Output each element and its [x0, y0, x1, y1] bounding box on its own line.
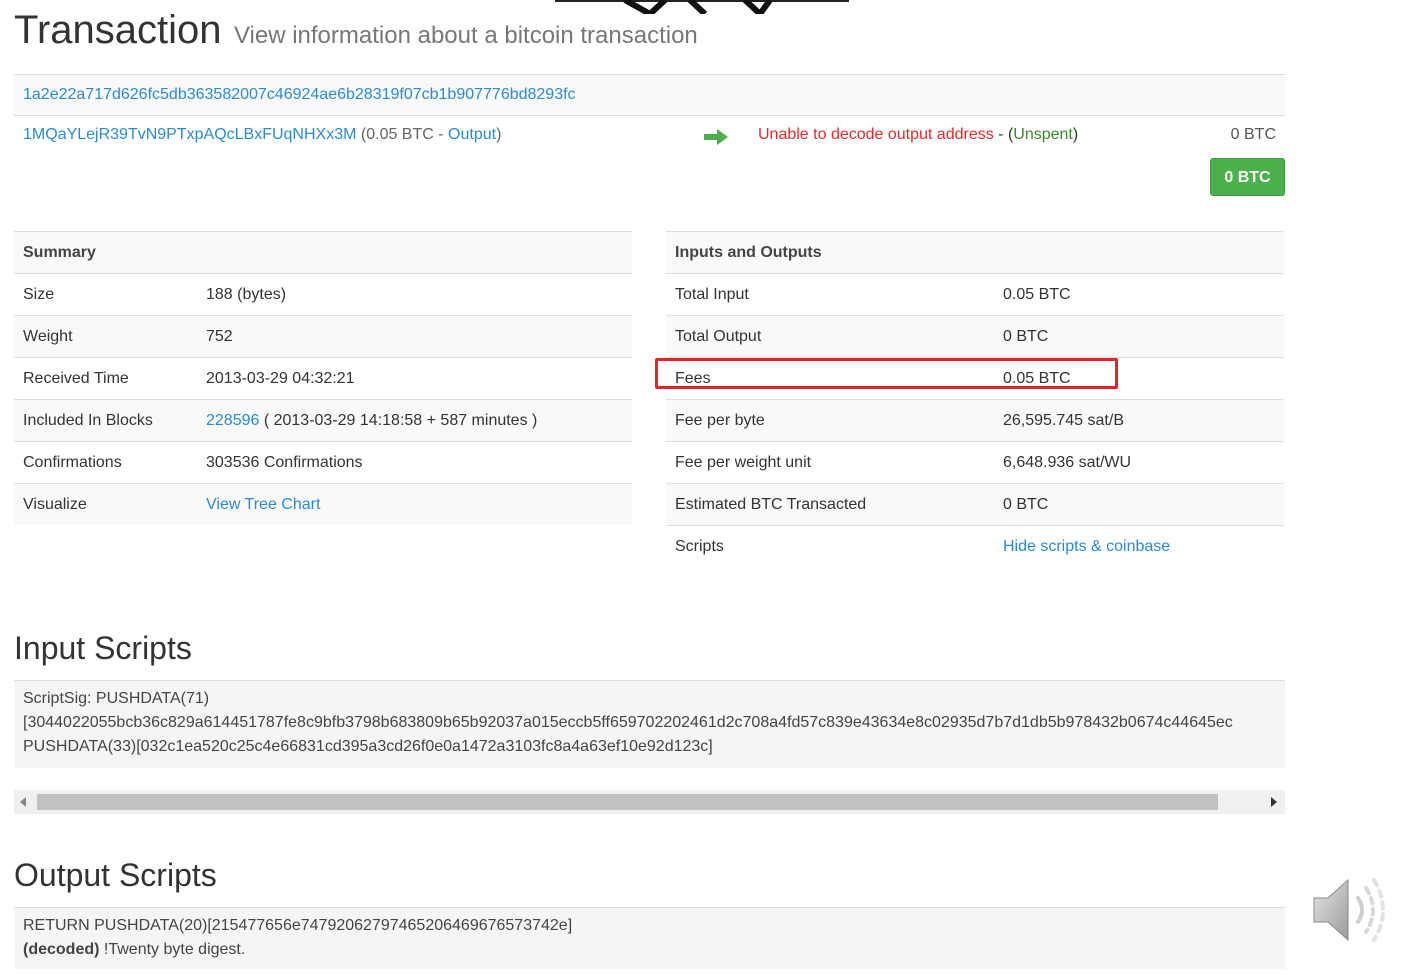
script-line: RETURN PUSHDATA(20)[215477656e7479206279… — [23, 917, 573, 934]
input-scripts-heading: Input Scripts — [14, 630, 192, 666]
io-value: 0 BTC — [994, 315, 1284, 358]
output-scripts-heading: Output Scripts — [14, 857, 217, 893]
tx-input: 1MQaYLejR39TvN9PTxpAQcLBxFUqNHXx3M (0.05… — [23, 126, 501, 144]
script-line: PUSHDATA(33)[032c1ea520c25c4e66831cd395a… — [23, 738, 713, 755]
io-value: 26,595.745 sat/B — [994, 399, 1284, 442]
decoded-line: (decoded) !Twenty byte digest. — [23, 938, 1285, 962]
input-amount: (0.05 BTC - — [360, 126, 449, 143]
decoded-text: !Twenty byte digest. — [99, 941, 246, 958]
io-label: Fee per weight unit — [666, 441, 994, 484]
summary-table: Summary Size 188 (bytes) Weight 752 Rece… — [14, 231, 632, 525]
summary-value: 303536 Confirmations — [197, 441, 632, 484]
io-label: Estimated BTC Transacted — [666, 483, 994, 526]
summary-label: Received Time — [14, 357, 197, 400]
page-title: Transaction — [14, 8, 222, 52]
output-status: Unspent — [1013, 126, 1073, 143]
io-label: Total Output — [666, 315, 994, 358]
input-output-link[interactable]: Output — [448, 126, 496, 143]
input-address-link[interactable]: 1MQaYLejR39TvN9PTxpAQcLBxFUqNHXx3M — [23, 126, 356, 143]
decoded-label: (decoded) — [23, 941, 100, 958]
summary-value: 2013-03-29 04:32:21 — [197, 357, 632, 400]
io-label: Scripts — [666, 525, 994, 567]
scrollbar-thumb[interactable] — [37, 794, 1218, 810]
summary-value: 188 (bytes) — [197, 273, 632, 316]
arrow-right-icon — [704, 129, 728, 145]
summary-value: 228596 ( 2013-03-29 14:18:58 + 587 minut… — [197, 399, 632, 442]
tx-output: Unable to decode output address - (Unspe… — [758, 126, 1078, 144]
summary-heading: Summary — [14, 231, 632, 274]
output-sep: - ( — [993, 126, 1014, 143]
io-label: Total Input — [666, 273, 994, 316]
tx-io-row: 1MQaYLejR39TvN9PTxpAQcLBxFUqNHXx3M (0.05… — [14, 116, 1285, 206]
page-subtitle: View information about a bitcoin transac… — [233, 22, 698, 49]
transaction-panel: 1a2e22a717d626fc5db363582007c46924ae6b28… — [14, 74, 1285, 206]
summary-label: Confirmations — [14, 441, 197, 484]
scroll-left-arrow-icon[interactable] — [20, 797, 26, 807]
summary-label: Visualize — [14, 483, 197, 525]
view-tree-chart-link[interactable]: View Tree Chart — [206, 496, 320, 513]
io-heading: Inputs and Outputs — [666, 231, 1284, 274]
inputs-outputs-table: Inputs and Outputs Total Input 0.05 BTC … — [666, 231, 1284, 567]
script-line: [3044022055bcb36c829a614451787fe8c9bfb37… — [23, 714, 1233, 731]
page-header: Transaction View information about a bit… — [14, 8, 698, 53]
io-value: 0 BTC — [994, 483, 1284, 526]
input-scripts-box: ScriptSig: PUSHDATA(71) [3044022055bcb36… — [14, 680, 1285, 768]
hide-scripts-link[interactable]: Hide scripts & coinbase — [1003, 538, 1170, 555]
io-value: 0.05 BTC — [994, 273, 1284, 316]
fees-highlight-box — [655, 358, 1118, 389]
io-label: Fee per byte — [666, 399, 994, 442]
speaker-volume-icon[interactable] — [1308, 870, 1390, 950]
summary-label: Included In Blocks — [14, 399, 197, 442]
block-link[interactable]: 228596 — [206, 412, 259, 429]
output-scripts-box: RETURN PUSHDATA(20)[215477656e7479206279… — [14, 907, 1285, 969]
script-line: ScriptSig: PUSHDATA(71) — [23, 690, 210, 707]
output-close: ) — [1072, 126, 1079, 143]
horizontal-scrollbar[interactable] — [14, 790, 1285, 814]
io-value: Hide scripts & coinbase — [994, 525, 1284, 567]
io-value: 6,648.936 sat/WU — [994, 441, 1284, 484]
scroll-right-arrow-icon[interactable] — [1271, 797, 1277, 807]
tx-hash-row: 1a2e22a717d626fc5db363582007c46924ae6b28… — [14, 74, 1285, 116]
summary-value: View Tree Chart — [197, 483, 632, 525]
output-value: 0 BTC — [1230, 126, 1276, 143]
summary-value: 752 — [197, 315, 632, 358]
total-btc-badge[interactable]: 0 BTC — [1210, 158, 1285, 196]
input-close: ) — [496, 126, 502, 143]
summary-label: Weight — [14, 315, 197, 358]
tx-hash-link[interactable]: 1a2e22a717d626fc5db363582007c46924ae6b28… — [23, 86, 576, 103]
block-detail: ( 2013-03-29 14:18:58 + 587 minutes ) — [259, 411, 538, 429]
output-error-text: Unable to decode output address — [758, 126, 994, 143]
summary-label: Size — [14, 273, 197, 316]
